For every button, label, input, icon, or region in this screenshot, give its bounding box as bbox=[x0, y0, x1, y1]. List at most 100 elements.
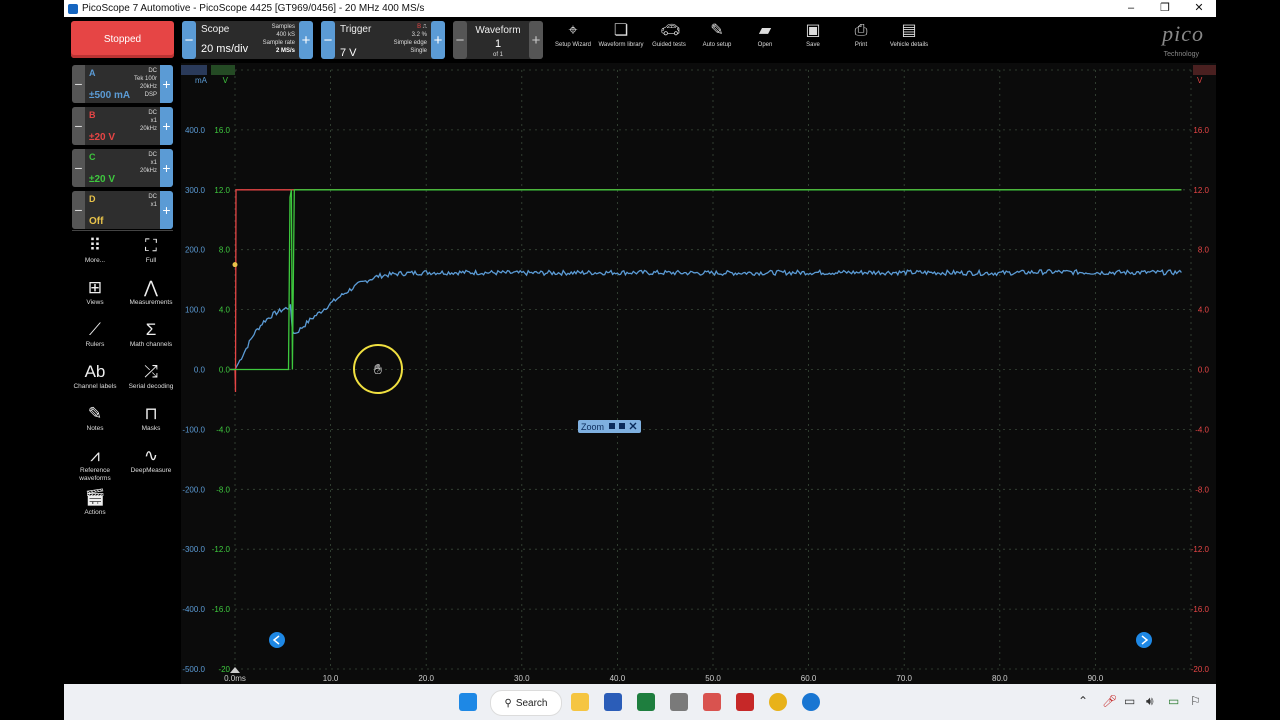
channel-range[interactable]: Off bbox=[89, 216, 103, 227]
battery-icon[interactable]: ▭ bbox=[1168, 694, 1179, 708]
side-tool-label: Rulers bbox=[85, 341, 105, 348]
sidebar-sigma-button[interactable]: Σ Math channels bbox=[123, 321, 179, 349]
toolbar-auto-setup-button[interactable]: ✎ Auto setup bbox=[692, 20, 742, 48]
sidebar-notes-button[interactable]: ✎ Notes bbox=[67, 405, 123, 433]
channel-a-control[interactable]: − A ±500 mA DC Tek 100r 20kHz DSP + bbox=[72, 65, 173, 103]
tool-label: Open bbox=[757, 42, 773, 48]
channel-bandwidth: 20kHz bbox=[139, 168, 157, 174]
clipboard-icon: ▤ bbox=[901, 22, 917, 39]
sidebar-grid-dots-button[interactable]: ⠿ More... bbox=[67, 237, 123, 265]
picoscope-window: PicoScope 7 Automotive - PicoScope 4425 … bbox=[64, 0, 1218, 684]
chrome-icon[interactable] bbox=[769, 693, 787, 711]
channel-range-decrease-button[interactable]: − bbox=[72, 149, 85, 187]
file-explorer-icon[interactable] bbox=[571, 693, 589, 711]
excel-icon[interactable] bbox=[637, 693, 655, 711]
channel-range[interactable]: ±500 mA bbox=[89, 90, 130, 101]
minimize-button[interactable]: – bbox=[1114, 0, 1148, 17]
windows-start-icon[interactable] bbox=[459, 693, 477, 711]
channel-range-increase-button[interactable]: + bbox=[160, 191, 173, 229]
axis-a-marker[interactable] bbox=[181, 65, 207, 75]
zoom-restore-icon[interactable] bbox=[619, 423, 625, 429]
sidebar-views-button[interactable]: ⊞ Views bbox=[67, 279, 123, 307]
channel-range[interactable]: ±20 V bbox=[89, 132, 115, 143]
ruler-right-handle[interactable] bbox=[1136, 632, 1152, 648]
channel-range-decrease-button[interactable]: − bbox=[72, 107, 85, 145]
waveform-next-button[interactable]: + bbox=[529, 21, 543, 59]
axis-a-tick-label: -500.0 bbox=[182, 665, 205, 674]
close-button[interactable]: ✕ bbox=[1182, 0, 1216, 17]
channel-range-increase-button[interactable]: + bbox=[160, 107, 173, 145]
sidebar-ruler-button[interactable]: ⟋ Rulers bbox=[67, 321, 123, 349]
zoom-minimize-icon[interactable] bbox=[609, 423, 615, 429]
axis-b-marker[interactable] bbox=[1193, 65, 1217, 75]
trigger-marker[interactable] bbox=[232, 262, 238, 268]
toolbar-setup-wizard-button[interactable]: ⌖ Setup Wizard bbox=[548, 20, 598, 48]
channel-d-control[interactable]: − D Off DC x1 + bbox=[72, 191, 173, 229]
calculator-icon[interactable] bbox=[670, 693, 688, 711]
samples-label: Samples bbox=[271, 24, 295, 30]
display-icon[interactable]: ▭ bbox=[1124, 694, 1135, 708]
toolbar-print-button[interactable]: ⎙ Print bbox=[836, 20, 886, 48]
toolbar-waveform-library-button[interactable]: ❏ Waveform library bbox=[596, 20, 646, 48]
channel-b-control[interactable]: − B ±20 V DC x1 20kHz + bbox=[72, 107, 173, 145]
axis-a-tick-label: 200.0 bbox=[185, 246, 206, 255]
volume-icon[interactable]: 🔊︎ bbox=[1146, 694, 1154, 709]
channel-range-decrease-button[interactable]: − bbox=[72, 191, 85, 229]
axis-c-marker[interactable] bbox=[211, 65, 235, 75]
x-tick-label: 60.0 bbox=[801, 674, 817, 683]
reference-waveform-icon: ⩘ bbox=[90, 446, 100, 465]
sidebar-serial-decoding-button[interactable]: ⤮ Serial decoding bbox=[123, 363, 179, 391]
sidebar-reference-waveform-button[interactable]: ⩘ Reference waveforms bbox=[67, 447, 123, 483]
axis-a-tick-label: 100.0 bbox=[185, 306, 206, 315]
axis-c-tick-label: -16.0 bbox=[212, 605, 231, 614]
pico-logo: pico bbox=[1162, 21, 1204, 46]
trigger-decrease-button[interactable]: − bbox=[321, 21, 335, 59]
timebase-increase-button[interactable]: + bbox=[299, 21, 313, 59]
toolbar-folder-button[interactable]: ▰ Open bbox=[740, 20, 790, 48]
channel-range-increase-button[interactable]: + bbox=[160, 149, 173, 187]
side-tool-label: More... bbox=[84, 257, 106, 264]
channel-coupling: DC bbox=[148, 68, 157, 74]
app-icon-blue[interactable] bbox=[802, 693, 820, 711]
sidebar-channel-labels-button[interactable]: Ab Channel labels bbox=[67, 363, 123, 391]
scope-graph[interactable]: 500.0mA20.0V20.0V400.0300.0200.0100.00.0… bbox=[181, 63, 1218, 684]
channel-range-decrease-button[interactable]: − bbox=[72, 65, 85, 103]
sidebar-clapper-button[interactable]: 🎬︎ Actions bbox=[67, 489, 123, 517]
channel-range-increase-button[interactable]: + bbox=[160, 65, 173, 103]
trigger-mode: Single bbox=[410, 48, 427, 54]
sample-rate-value: 2 MS/s bbox=[275, 48, 295, 54]
channel-c-control[interactable]: − C ±20 V DC x1 20kHz + bbox=[72, 149, 173, 187]
timebase-decrease-button[interactable]: − bbox=[182, 21, 196, 59]
trigger-increase-button[interactable]: + bbox=[431, 21, 445, 59]
sidebar-measurements-button[interactable]: ⋀ Measurements bbox=[123, 279, 179, 307]
x-tick-label: 10.0 bbox=[323, 674, 339, 683]
toolbar-clipboard-button[interactable]: ▤ Vehicle details bbox=[884, 20, 934, 48]
axis-c-tick-label: -4.0 bbox=[216, 425, 230, 434]
run-stop-button[interactable]: Stopped bbox=[71, 21, 174, 58]
axis-c-tick-label: -20 bbox=[218, 665, 230, 674]
folder-icon: ▰ bbox=[758, 22, 772, 39]
channel-range[interactable]: ±20 V bbox=[89, 174, 115, 185]
axis-a-tick-label: 0.0 bbox=[194, 366, 206, 375]
maximize-button[interactable]: ❐ bbox=[1148, 0, 1182, 17]
taskbar-search[interactable]: ⚲ Search bbox=[490, 690, 562, 716]
toolbar-save-button[interactable]: ▣ Save bbox=[788, 20, 838, 48]
microphone-icon[interactable]: 🎤︎ bbox=[1102, 694, 1117, 708]
word-icon[interactable] bbox=[604, 693, 622, 711]
tray-chevron-icon[interactable]: ⌃ bbox=[1078, 694, 1088, 708]
snipping-tool-icon[interactable] bbox=[703, 693, 721, 711]
ruler-left-handle[interactable] bbox=[269, 632, 285, 648]
scope-plot[interactable]: 500.0mA20.0V20.0V400.0300.0200.0100.00.0… bbox=[181, 63, 1218, 684]
tool-label: Guided tests bbox=[652, 42, 686, 48]
sidebar-fullscreen-button[interactable]: ⛶ Full bbox=[123, 237, 179, 265]
sidebar-masks-button[interactable]: ⊓ Masks bbox=[123, 405, 179, 433]
channel-letter: A bbox=[89, 68, 96, 78]
picoscope-taskbar-icon[interactable] bbox=[736, 693, 754, 711]
scope-control: − Scope 20 ms/div Samples 400 kS Sample … bbox=[182, 21, 313, 59]
side-tool-label: Full bbox=[145, 257, 157, 264]
sidebar-deepmeasure-button[interactable]: ∿ DeepMeasure bbox=[123, 447, 179, 475]
toolbar-car-button[interactable]: 🚗︎ Guided tests bbox=[644, 20, 694, 48]
notification-icon[interactable]: ⚐ bbox=[1190, 694, 1201, 708]
side-tool-label: Math channels bbox=[129, 341, 173, 348]
trigger-time-marker[interactable] bbox=[230, 667, 240, 673]
